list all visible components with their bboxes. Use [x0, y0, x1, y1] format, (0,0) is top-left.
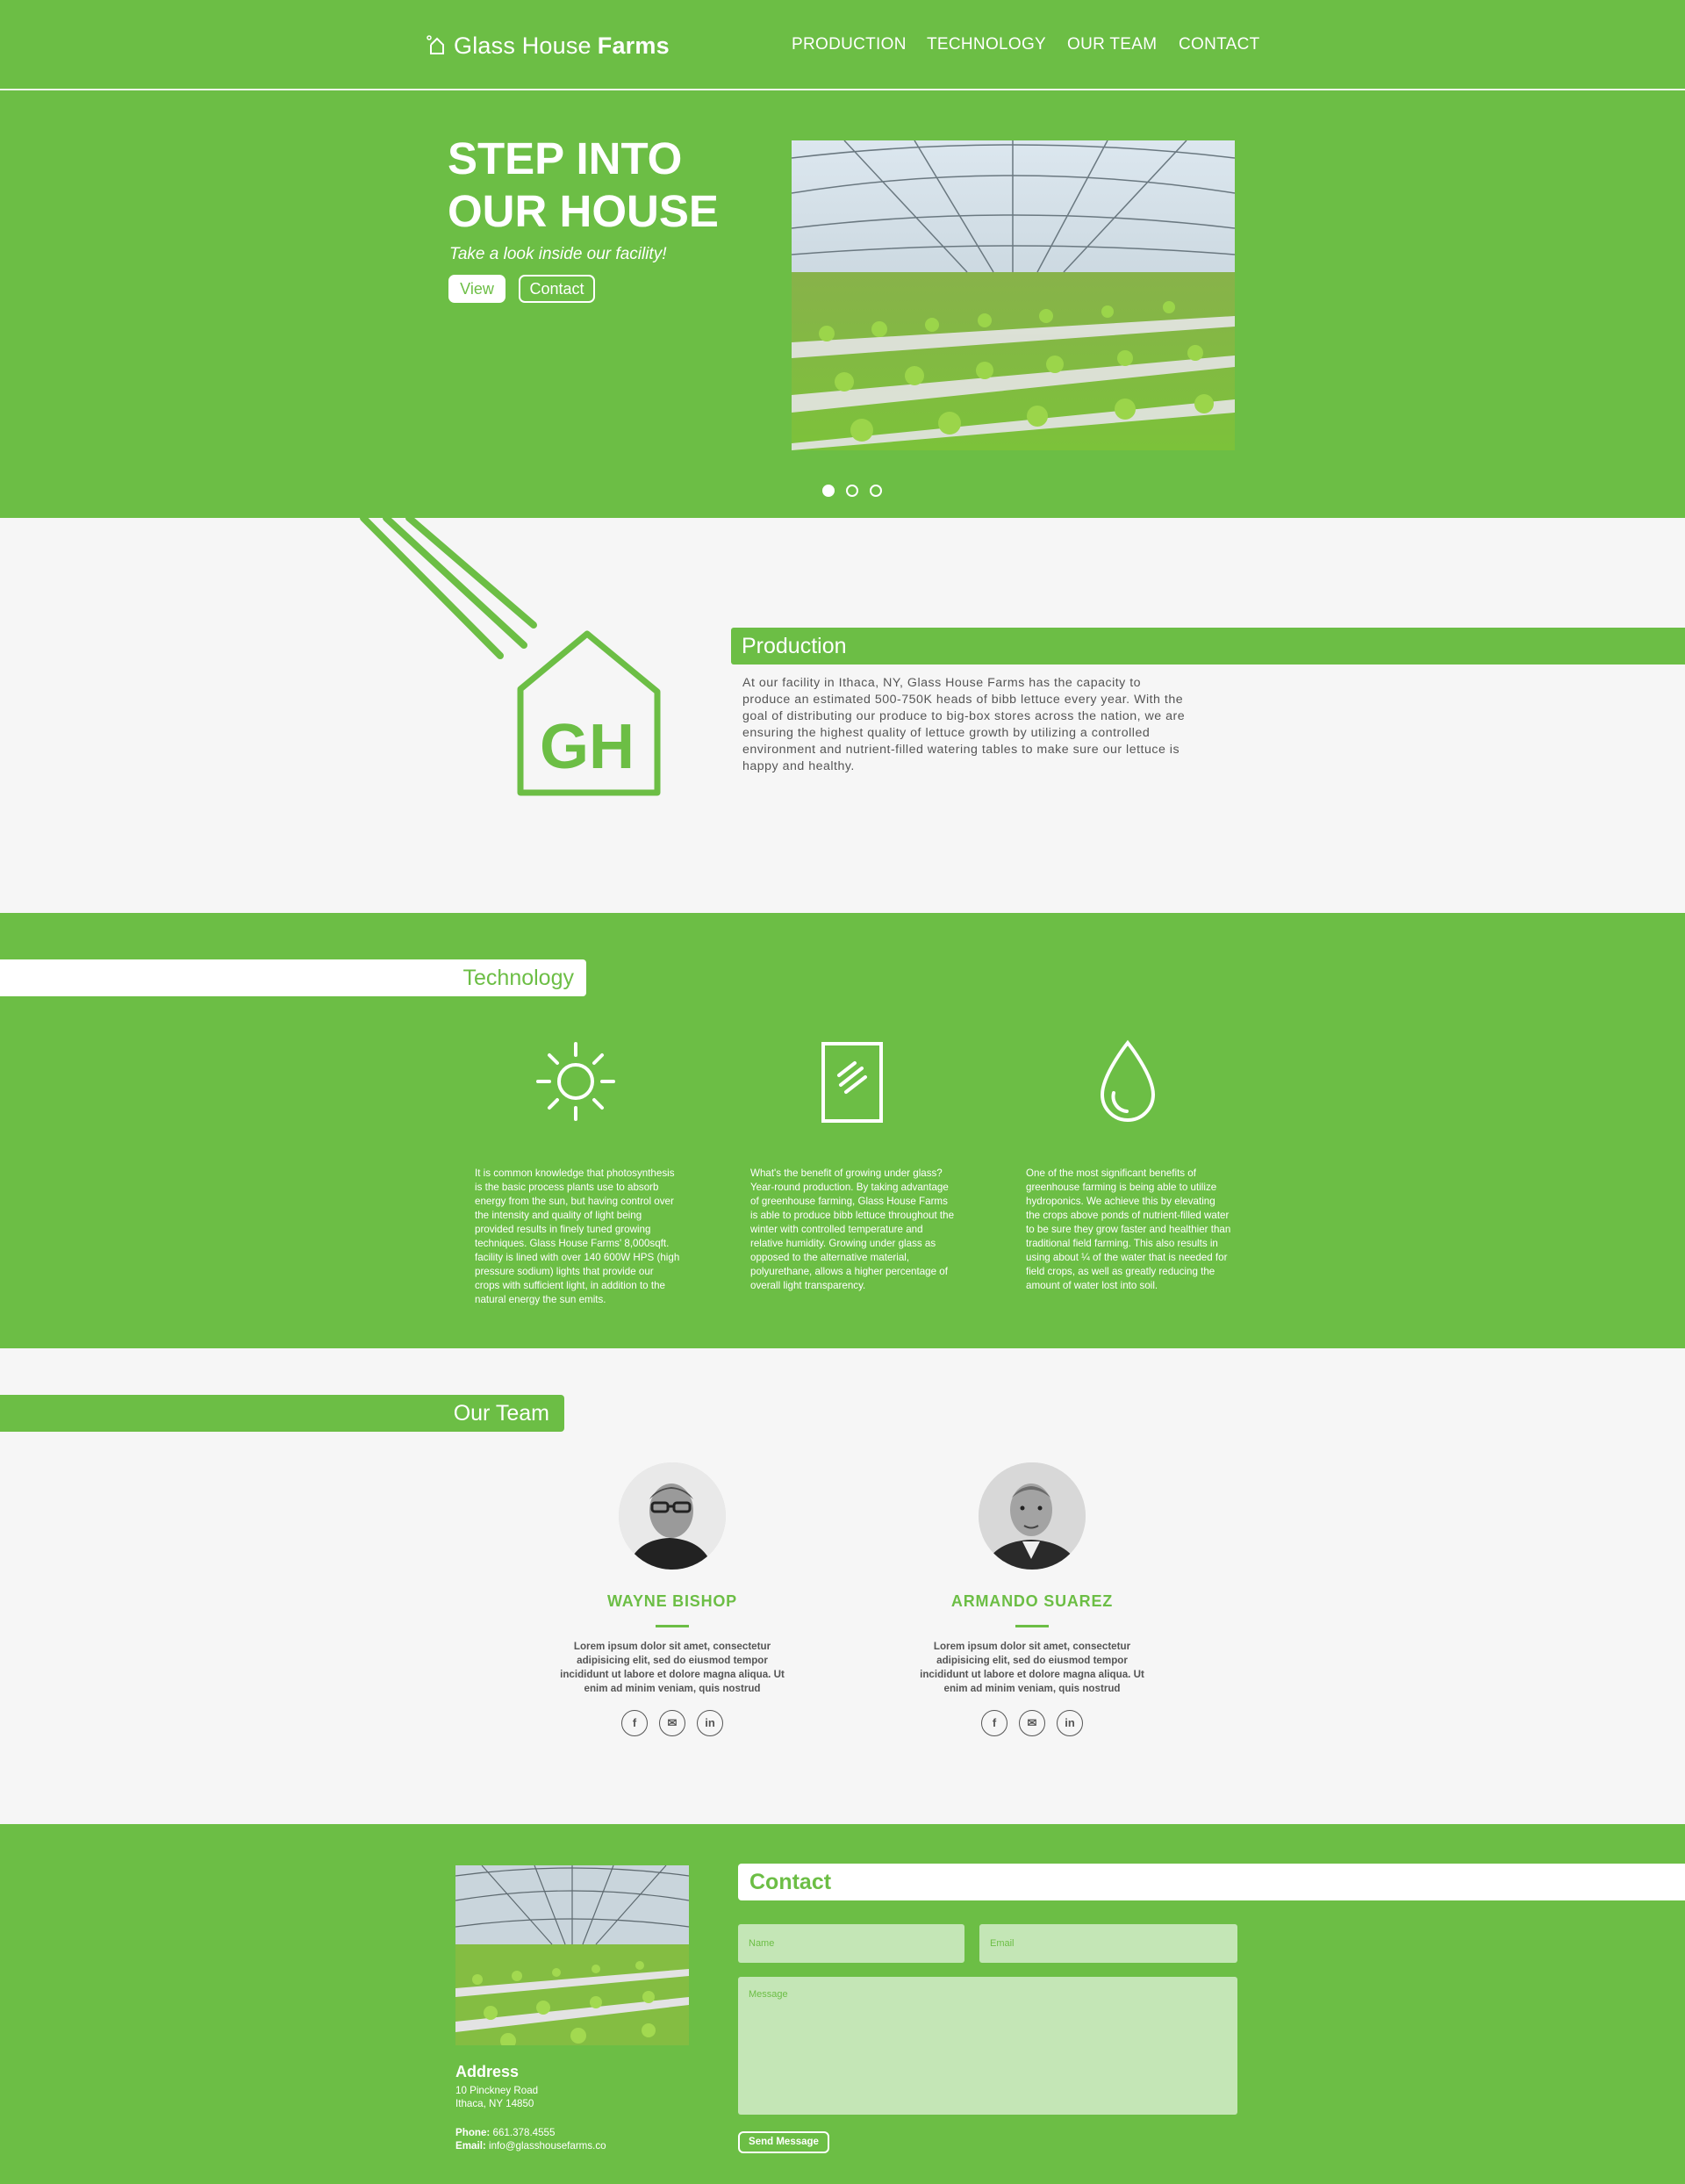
- social-links: f ✉ in: [909, 1710, 1155, 1736]
- email-field[interactable]: [979, 1924, 1237, 1963]
- member-name: WAYNE BISHOP: [607, 1592, 737, 1610]
- team-section: Our Team WAYNE BISHOP Lorem ipsum dolor …: [0, 1348, 1685, 1824]
- contact-section: Address 10 Pinckney Road Ithaca, NY 1485…: [0, 1824, 1685, 2184]
- hero-title-line2: OUR HOUSE: [448, 186, 719, 236]
- team-member-card: WAYNE BISHOP Lorem ipsum dolor sit amet,…: [549, 1462, 795, 1736]
- phone-line: Phone: 661.378.4555: [455, 2126, 555, 2139]
- send-message-button[interactable]: Send Message: [738, 2131, 829, 2153]
- contact-title: Contact: [738, 1864, 1685, 1900]
- hero-title: STEP INTO OUR HOUSE: [448, 133, 764, 238]
- linkedin-icon[interactable]: in: [1057, 1710, 1083, 1736]
- greenhouse-photo: [792, 140, 1235, 450]
- social-links: f ✉ in: [549, 1710, 795, 1736]
- name-field[interactable]: [738, 1924, 964, 1963]
- tech-text-light: It is common knowledge that photosynthes…: [475, 1167, 680, 1305]
- address-line2: Ithaca, NY 14850: [455, 2098, 534, 2109]
- phone-number[interactable]: 661.378.4555: [493, 2127, 556, 2138]
- address-title: Address: [455, 2063, 520, 2080]
- technology-section: Technology It is common knowledge that p…: [0, 913, 1685, 1348]
- main-nav: PRODUCTION TECHNOLOGY OUR TEAM CONTACT: [0, 35, 1685, 61]
- facebook-icon[interactable]: f: [981, 1710, 1007, 1736]
- linkedin-icon[interactable]: in: [697, 1710, 723, 1736]
- slide-dot-3[interactable]: [870, 485, 882, 497]
- member-bio: Lorem ipsum dolor sit amet, consectetur …: [560, 1641, 785, 1694]
- gh-house-logo-icon: GH: [360, 518, 661, 796]
- contact-button[interactable]: Contact: [519, 275, 595, 303]
- name-divider: [656, 1625, 689, 1627]
- email-address[interactable]: info@glasshousefarms.co: [489, 2140, 606, 2152]
- production-title: Production: [731, 628, 1685, 665]
- member-name: ARMANDO SUAREZ: [950, 1592, 1114, 1610]
- hero-subtitle: Take a look inside our facility!: [449, 245, 667, 263]
- email-label: Email:: [455, 2140, 486, 2152]
- facebook-icon[interactable]: f: [621, 1710, 648, 1736]
- tech-text-glass: What's the benefit of growing under glas…: [750, 1167, 955, 1291]
- sun-icon: [536, 1042, 615, 1121]
- view-button[interactable]: View: [448, 275, 506, 303]
- hero-section: STEP INTO OUR HOUSE Take a look inside o…: [0, 90, 1685, 518]
- nav-our-team[interactable]: OUR TEAM: [1067, 35, 1157, 54]
- nav-technology[interactable]: TECHNOLOGY: [927, 35, 1046, 54]
- member-bio: Lorem ipsum dolor sit amet, consectetur …: [920, 1641, 1144, 1694]
- slide-dot-2[interactable]: [846, 485, 858, 497]
- greenhouse-thumbnail: [455, 1865, 689, 2045]
- production-section: GH Production At our facility in Ithaca,…: [0, 518, 1685, 913]
- production-text: At our facility in Ithaca, NY, Glass Hou…: [742, 676, 1186, 773]
- nav-contact[interactable]: CONTACT: [1179, 35, 1260, 54]
- avatar: [619, 1462, 726, 1570]
- team-member-card: ARMANDO SUAREZ Lorem ipsum dolor sit ame…: [909, 1462, 1155, 1736]
- hero-title-line1: STEP INTO: [448, 133, 683, 183]
- message-field[interactable]: [738, 1977, 1237, 2115]
- phone-label: Phone:: [455, 2127, 491, 2138]
- email-icon[interactable]: ✉: [1019, 1710, 1045, 1736]
- address-line1: 10 Pinckney Road: [455, 2085, 539, 2096]
- glass-pane-icon: [821, 1042, 883, 1123]
- nav-production[interactable]: PRODUCTION: [792, 35, 907, 54]
- technology-title: Technology: [0, 959, 586, 996]
- site-header: Glass House Farms PRODUCTION TECHNOLOGY …: [0, 0, 1685, 90]
- gh-logo-text: GH: [540, 712, 635, 782]
- team-title: Our Team: [0, 1395, 564, 1432]
- avatar: [979, 1462, 1086, 1570]
- slide-dot-1[interactable]: [822, 485, 835, 497]
- email-icon[interactable]: ✉: [659, 1710, 685, 1736]
- email-line: Email: info@glasshousefarms.co: [455, 2139, 606, 2152]
- water-drop-icon: [1100, 1039, 1156, 1122]
- tech-text-hydroponics: One of the most significant benefits of …: [1026, 1167, 1231, 1291]
- name-divider: [1015, 1625, 1049, 1627]
